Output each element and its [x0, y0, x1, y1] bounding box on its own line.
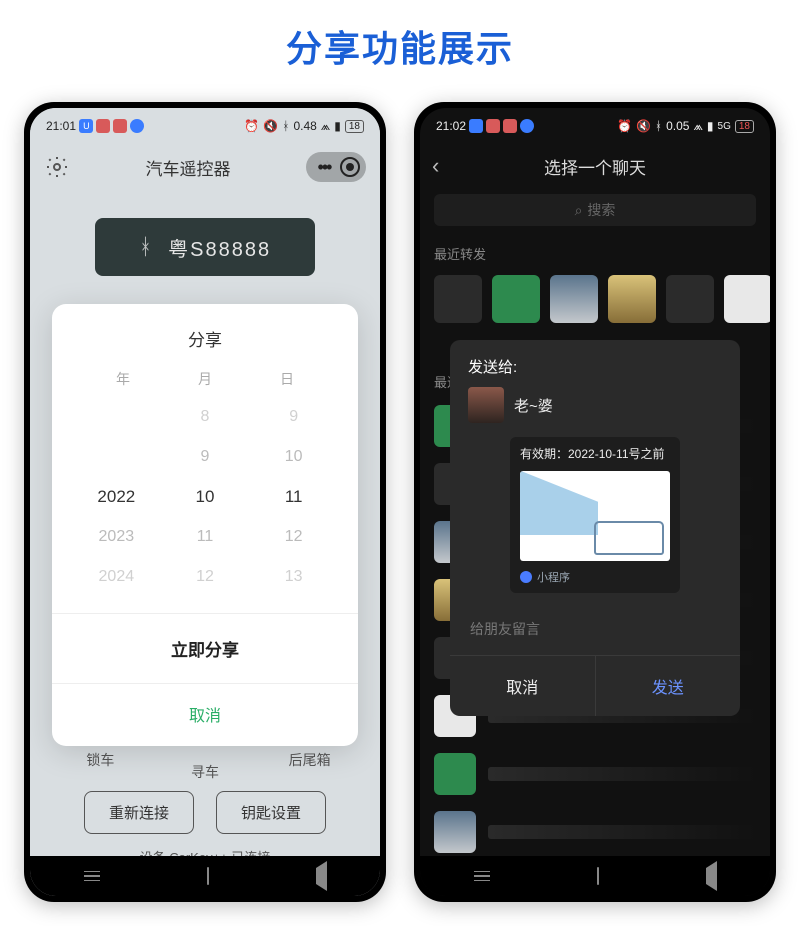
android-nav-bar — [30, 856, 380, 896]
recipient-name: 老~婆 — [514, 395, 553, 416]
share-confirm-button[interactable]: 立即分享 — [52, 613, 358, 683]
wifi-icon: ⩕ — [321, 119, 330, 134]
mute-icon: 🔇 — [636, 119, 651, 133]
settings-icon[interactable] — [44, 154, 70, 180]
battery-icon: 18 — [735, 120, 754, 133]
nav-home-icon[interactable] — [597, 868, 599, 884]
nav-recent-icon[interactable] — [84, 871, 100, 882]
recipient-row[interactable]: 老~婆 — [468, 387, 722, 423]
search-input[interactable]: ⌕ 搜索 — [434, 194, 756, 226]
clock: 21:02 — [436, 119, 466, 133]
card-caption: 有效期：2022-10-11号之前 — [520, 447, 670, 463]
capsule-more-icon[interactable]: ••• — [312, 155, 336, 179]
signal-icon: ▮ — [334, 119, 341, 133]
battery-icon: 18 — [345, 120, 364, 133]
miniprogram-tag: 小程序 — [520, 569, 670, 585]
nav-back-icon[interactable] — [316, 868, 327, 884]
alarm-icon: ⏰ — [617, 119, 632, 133]
list-item[interactable] — [420, 745, 770, 803]
phone-right: 21:02 ⏰ 🔇 ᚼ 0.05 ⩕ ▮ 5G 18 — [414, 102, 776, 902]
capsule-close-icon[interactable] — [340, 157, 360, 177]
bluetooth-icon: ᚼ — [139, 234, 154, 260]
miniprogram-capsule[interactable]: ••• — [306, 152, 366, 182]
app-header: 汽车遥控器 ••• — [30, 144, 380, 190]
search-icon: ⌕ — [575, 202, 583, 219]
section-recent-forward: 最近转发 — [420, 238, 770, 269]
miniprogram-icon — [520, 571, 532, 583]
share-modal-title: 分享 — [52, 304, 358, 369]
picker-headers: 年 月 日 — [52, 369, 358, 397]
share-card[interactable]: 有效期：2022-10-11号之前 小程序 — [510, 437, 680, 593]
send-cancel-button[interactable]: 取消 — [450, 656, 596, 716]
mute-icon: 🔇 — [263, 119, 278, 133]
license-plate[interactable]: ᚼ 粤S88888 — [95, 218, 315, 276]
picker-col-year: 2022 2023 2024 — [72, 397, 161, 597]
card-image — [520, 471, 670, 561]
nav-home-icon[interactable] — [207, 868, 209, 884]
send-modal: 发送给: 老~婆 有效期：2022-10-11号之前 小程序 给朋友留言 取消 — [450, 340, 740, 716]
android-nav-bar — [420, 856, 770, 896]
signal-icon: ▮ — [707, 119, 714, 133]
bluetooth-icon: ᚼ — [282, 119, 289, 133]
bluetooth-icon: ᚼ — [655, 119, 662, 133]
net-speed: 0.48 — [293, 119, 316, 133]
wifi-icon: ⩕ — [693, 119, 702, 134]
alarm-icon: ⏰ — [244, 119, 259, 133]
app-title: 汽车遥控器 — [146, 155, 231, 180]
message-input[interactable]: 给朋友留言 — [466, 607, 724, 651]
back-icon[interactable]: ‹ — [432, 153, 456, 179]
nav-recent-icon[interactable] — [474, 871, 490, 882]
picker-col-day: 9 10 11 12 13 — [249, 397, 338, 597]
status-bar: 21:01 U ⏰ 🔇 ᚼ 0.48 ⩕ ▮ 18 — [30, 108, 380, 144]
net-speed: 0.05 — [666, 119, 689, 133]
picker-col-month: 8 9 10 11 12 — [161, 397, 250, 597]
header-title: 选择一个聊天 — [456, 154, 734, 179]
nav-back-icon[interactable] — [706, 868, 717, 884]
share-modal: 分享 年 月 日 2022 2023 2024 — [52, 304, 358, 746]
share-cancel-button[interactable]: 取消 — [52, 683, 358, 746]
page-title: 分享功能展示 — [0, 0, 800, 102]
send-to-label: 发送给: — [468, 356, 722, 377]
date-picker[interactable]: 2022 2023 2024 8 9 10 11 12 9 — [52, 397, 358, 597]
reconnect-button[interactable]: 重新连接 — [84, 791, 194, 834]
key-settings-button[interactable]: 钥匙设置 — [216, 791, 326, 834]
list-item[interactable] — [420, 803, 770, 856]
status-app-icons: U — [79, 119, 144, 133]
phone-left: 21:01 U ⏰ 🔇 ᚼ 0.48 ⩕ ▮ 18 — [24, 102, 386, 902]
clock: 21:01 — [46, 119, 76, 133]
avatar — [468, 387, 504, 423]
chat-select-header: ‹ 选择一个聊天 — [420, 144, 770, 188]
status-bar: 21:02 ⏰ 🔇 ᚼ 0.05 ⩕ ▮ 5G 18 — [420, 108, 770, 144]
send-confirm-button[interactable]: 发送 — [596, 656, 741, 716]
